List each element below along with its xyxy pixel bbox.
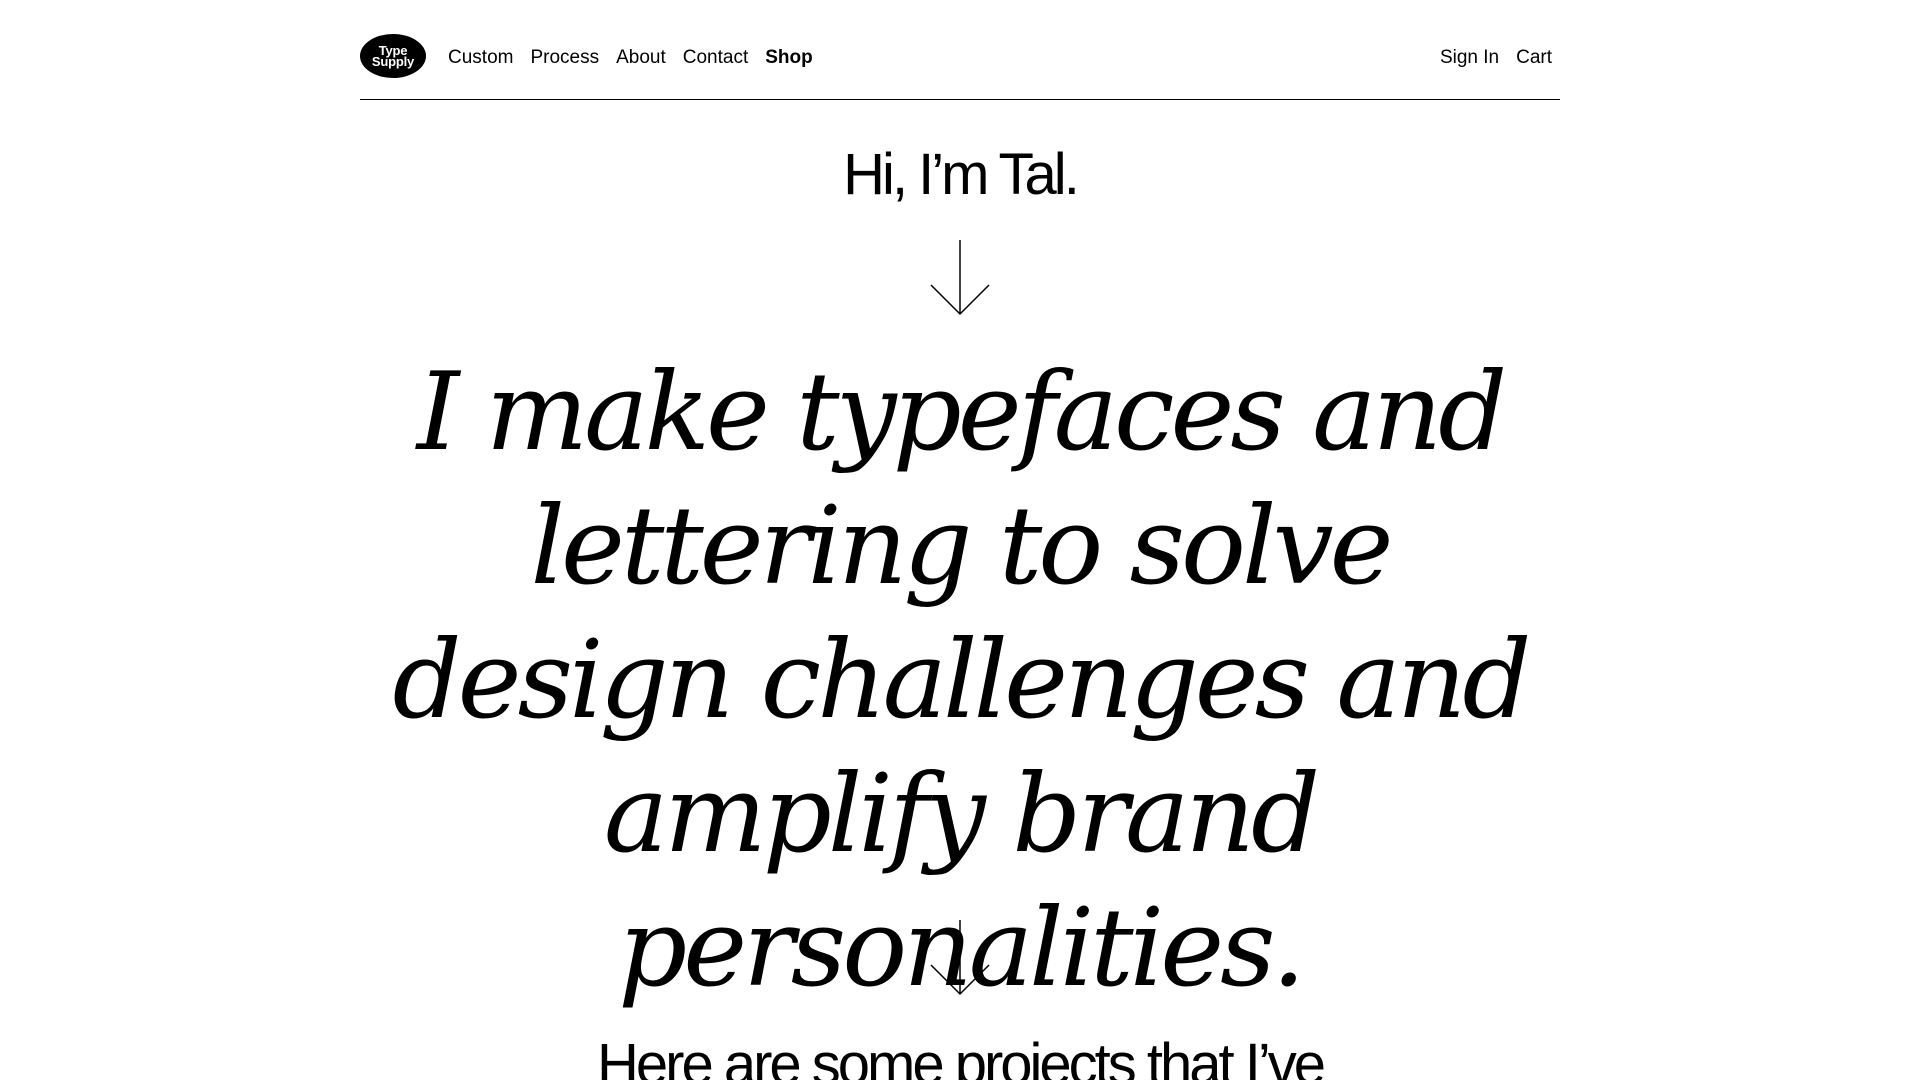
nav-shop[interactable]: Shop: [765, 46, 813, 70]
logo-line-2: Supply: [371, 54, 415, 69]
nav-sign-in[interactable]: Sign In: [1440, 46, 1499, 70]
arrow-down-icon: [930, 920, 990, 996]
primary-nav: Custom Process About Contact Shop: [448, 46, 813, 70]
nav-custom[interactable]: Custom: [448, 46, 513, 70]
nav-about[interactable]: About: [616, 46, 666, 70]
hero-statement: I make typefaces and lettering to solve …: [392, 350, 1532, 1011]
account-nav: Sign In Cart: [1440, 46, 1552, 70]
type-supply-logo[interactable]: Type Supply: [360, 34, 426, 78]
projects-intro: Here are some projects that I’ve: [596, 1032, 1326, 1080]
hero-greeting: Hi, I’m Tal.: [843, 142, 1080, 207]
page: Type Supply Custom Process About Contact…: [0, 0, 1920, 1080]
nav-cart[interactable]: Cart: [1516, 46, 1552, 70]
nav-contact[interactable]: Contact: [683, 46, 748, 70]
site-header: Type Supply Custom Process About Contact…: [360, 0, 1560, 100]
arrow-down-icon: [930, 240, 990, 316]
nav-process[interactable]: Process: [530, 46, 599, 70]
